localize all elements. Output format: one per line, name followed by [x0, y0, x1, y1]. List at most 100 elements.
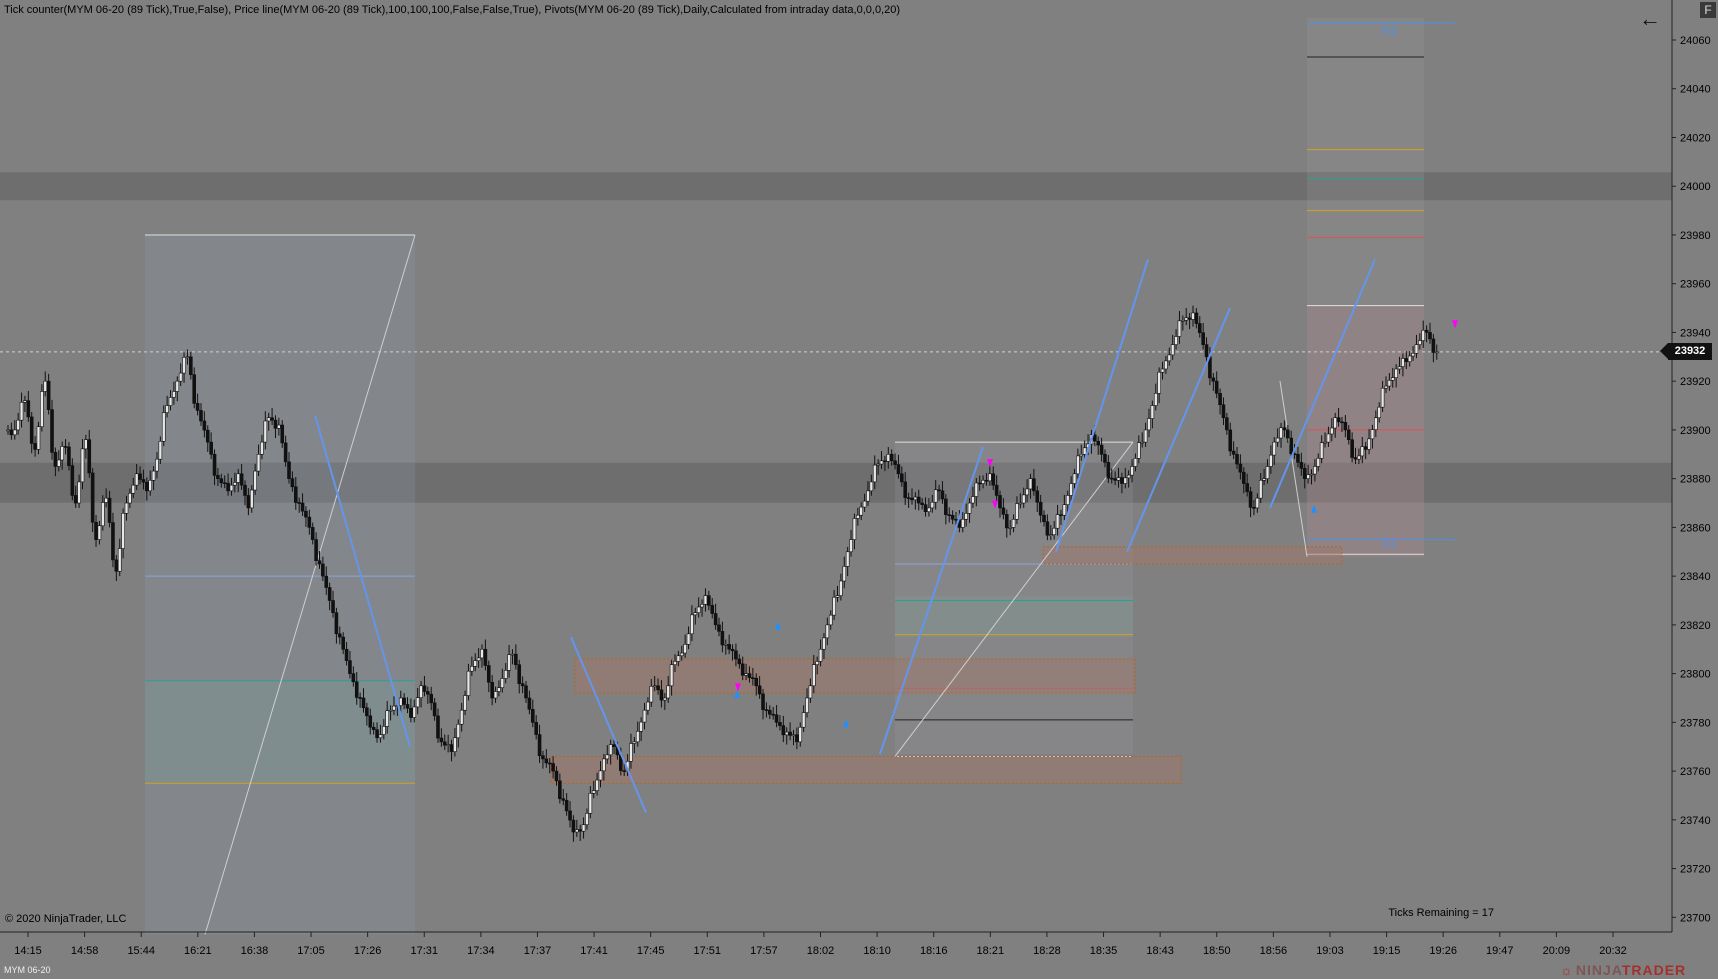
candle-body [1302, 468, 1307, 479]
candle-body [964, 513, 968, 520]
candle-body [795, 734, 799, 743]
candle-body [1319, 442, 1324, 459]
candle-body [994, 484, 999, 496]
candle-body [158, 440, 163, 460]
candle-body [1096, 440, 1100, 446]
candle-body [412, 706, 417, 718]
candle-body [236, 473, 241, 483]
candle-body [629, 743, 633, 762]
candle-body [209, 441, 213, 455]
candle-body [1137, 442, 1141, 459]
candle-body [195, 403, 200, 411]
candle-body [1174, 336, 1178, 345]
pivot-label: R2 [1382, 24, 1398, 38]
x-axis-tick-label: 17:45 [637, 945, 665, 957]
candle-body [327, 587, 332, 601]
candle-body [249, 489, 254, 509]
candle-body [622, 770, 627, 772]
candle-body [453, 737, 457, 752]
candle-body [581, 824, 586, 832]
candle-body [1370, 429, 1375, 440]
candle-body [12, 429, 17, 436]
candle-body [466, 670, 471, 696]
candle-body [128, 492, 132, 504]
candle-body [886, 453, 891, 462]
candle-body [310, 527, 315, 540]
candle-body [1038, 501, 1043, 516]
x-axis-tick-label: 19:26 [1429, 945, 1457, 957]
y-axis-tick-label: 23800 [1680, 669, 1711, 681]
candle-body [331, 600, 335, 613]
candle-body [1380, 387, 1385, 408]
candle-body [138, 473, 142, 480]
x-axis-tick-label: 14:58 [71, 945, 99, 957]
candle-body [175, 380, 180, 392]
x-axis-tick-label: 17:31 [410, 945, 438, 957]
candle-body [815, 661, 819, 665]
candle-body [1350, 439, 1354, 458]
candle-body [1404, 358, 1409, 362]
candle-body [1272, 441, 1277, 456]
candle-body [1218, 393, 1222, 406]
f-button[interactable]: F [1700, 2, 1716, 18]
candle-body [151, 470, 156, 481]
x-axis-tick-label: 20:32 [1599, 945, 1627, 957]
candle-body [686, 633, 691, 645]
candle-body [517, 664, 522, 684]
candle-body [124, 502, 129, 514]
candle-body [1333, 417, 1337, 429]
candle-body [588, 793, 593, 814]
chart-canvas[interactable]: R2 S1 24060 24040 24020 24000 23980 23960 23940 2… [0, 0, 1718, 979]
candle-body [551, 763, 555, 772]
candle-body [710, 605, 715, 614]
candle-body [216, 475, 220, 479]
candle-body [497, 687, 501, 692]
candle-body [409, 707, 413, 718]
candle-body [365, 707, 369, 717]
candle-body [19, 402, 24, 421]
chart-area[interactable]: R2 S1 24060 24040 24020 24000 23980 23960 23940 2… [0, 0, 1718, 979]
candle-body [1407, 355, 1412, 362]
candle-body [1194, 312, 1199, 324]
candle-body [419, 685, 423, 699]
x-axis-tick-label: 19:03 [1316, 945, 1344, 957]
candle-body [991, 473, 996, 486]
candle-body [192, 374, 197, 404]
x-axis-tick-label: 18:50 [1203, 945, 1231, 957]
candle-body [751, 677, 755, 679]
x-axis-tick-label: 16:38 [241, 945, 269, 957]
x-axis-tick-label: 18:16 [920, 945, 948, 957]
candle-body [29, 416, 34, 444]
candle-body [385, 710, 390, 727]
candle-body [514, 653, 518, 665]
candle-body [1069, 483, 1073, 496]
candle-body [781, 725, 786, 736]
candle-body [639, 721, 643, 732]
candle-body [1099, 444, 1104, 455]
candle-body [1045, 521, 1050, 536]
candle-body [212, 453, 217, 476]
candle-body [842, 566, 847, 582]
candle-body [476, 657, 481, 661]
candle-body [63, 446, 68, 448]
candle-body [101, 502, 105, 527]
candle-body [1387, 380, 1392, 387]
candle-body [927, 507, 931, 512]
candle-body [598, 770, 603, 781]
candle-body [1384, 385, 1388, 389]
candle-body [1390, 377, 1395, 381]
pivot-zone-box [145, 680, 415, 784]
candle-body [1367, 438, 1371, 450]
candle-body [134, 473, 139, 486]
candle-body [344, 648, 349, 661]
candle-body [1394, 368, 1398, 378]
candle-body [1346, 429, 1351, 440]
candle-body [1255, 497, 1260, 509]
candle-body [947, 514, 952, 516]
candle-body [1313, 466, 1317, 475]
candle-body [910, 497, 914, 501]
candle-body [1113, 478, 1117, 481]
candle-body [155, 458, 159, 472]
arrow-left-icon[interactable]: ← [1637, 8, 1663, 32]
candle-body [1197, 323, 1202, 334]
